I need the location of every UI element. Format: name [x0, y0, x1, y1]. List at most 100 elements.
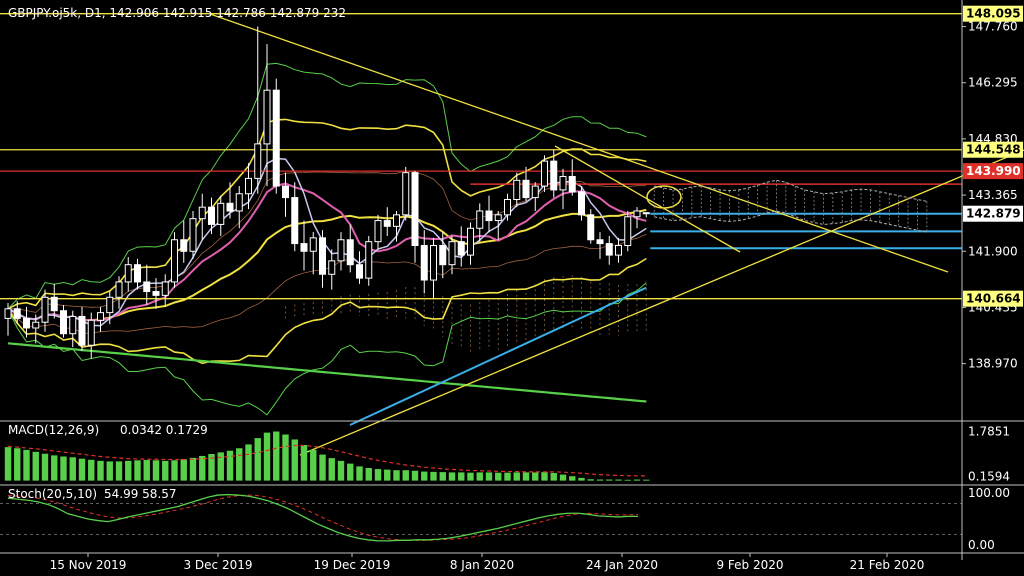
candle-body [272, 89, 280, 187]
price-tag-label: 148.095 [966, 7, 1021, 21]
candle-body [605, 243, 613, 256]
candle-body [402, 172, 410, 216]
candle-body [365, 241, 373, 279]
macd-bar [236, 448, 243, 481]
candle-body [50, 296, 58, 312]
macd-bar [106, 461, 113, 481]
macd-bar [513, 472, 520, 481]
candle-body [309, 237, 317, 252]
macd-bar [125, 460, 132, 481]
x-tick-label: 19 Dec 2019 [314, 558, 391, 572]
x-tick-label: 15 Nov 2019 [50, 558, 127, 572]
macd-bar [411, 470, 419, 481]
macd-bar [532, 472, 539, 481]
macd-bar [393, 470, 400, 481]
macd-bar [162, 460, 169, 481]
candle-body [87, 319, 95, 346]
macd-bar [550, 472, 557, 481]
candle-body [13, 308, 21, 319]
macd-bar [615, 479, 622, 481]
candle-body [23, 317, 30, 329]
candle-body [494, 214, 502, 222]
candle [189, 211, 197, 259]
macd-bar [217, 452, 224, 481]
candle-body [319, 237, 326, 275]
candle-body [504, 198, 511, 216]
macd-bar [152, 460, 160, 481]
macd-bar [60, 456, 67, 481]
macd-bar [263, 432, 271, 481]
candle-body [393, 214, 400, 227]
candle-body [134, 264, 141, 283]
candle-body [624, 216, 632, 247]
macd-bar [245, 444, 252, 481]
symbol-header: GBPJPY.oj5k, D1, 142.906 142.915 142.786… [8, 6, 346, 20]
macd-bar [495, 472, 502, 481]
y-tick-label: 146.295 [968, 76, 1018, 90]
candle-body [97, 312, 104, 321]
macd-bar [356, 466, 363, 481]
candle-body [60, 310, 67, 335]
candle [624, 211, 632, 252]
macd-y-tick-label: 0.1594 [968, 469, 1010, 483]
candle-body [245, 177, 252, 195]
macd-y-tick-label: 1.7851 [968, 425, 1010, 439]
macd-bar [347, 463, 354, 481]
macd-bar [374, 469, 382, 481]
macd-bar [69, 457, 76, 481]
macd-bar [458, 472, 465, 481]
candle-body [587, 214, 595, 241]
macd-bar [41, 453, 49, 481]
macd-bar [643, 479, 650, 481]
macd-bar [180, 459, 187, 481]
macd-bar [504, 472, 511, 481]
candle [402, 166, 410, 221]
candle-body [578, 191, 585, 216]
candle-body [106, 296, 114, 314]
candle-body [476, 210, 484, 229]
candle-body [189, 218, 197, 252]
candle-body [615, 245, 622, 256]
candle-body [69, 315, 77, 335]
candle-body [485, 210, 493, 222]
candle-body [263, 89, 271, 145]
candle [272, 78, 280, 194]
macd-bar [300, 444, 308, 481]
candle-body [152, 291, 160, 296]
y-tick-label: 138.970 [968, 357, 1018, 371]
macd-bar [189, 457, 197, 481]
candle-body [541, 160, 548, 187]
macd-bar [88, 459, 95, 481]
candle-body [642, 212, 650, 215]
candle-body [522, 179, 530, 199]
candle-body [78, 315, 86, 346]
stoch-y-tick-label: 0.00 [968, 538, 995, 552]
price-tag-label: 140.664 [966, 292, 1021, 306]
macd-bar [171, 460, 178, 481]
y-tick-label: 141.900 [968, 244, 1018, 258]
candle-body [383, 220, 391, 227]
macd-bar [115, 461, 123, 481]
candle-body [337, 239, 345, 262]
macd-bar [78, 458, 86, 481]
candle-body [420, 245, 428, 281]
macd-bar [51, 455, 58, 481]
candle-body [254, 143, 262, 179]
candle-body [41, 296, 49, 323]
candle-body [226, 202, 234, 212]
candle-body [346, 239, 354, 266]
candle-body [115, 281, 123, 298]
candle-body [550, 160, 558, 191]
macd-bar [282, 434, 289, 481]
candle-body [235, 193, 243, 212]
candle [541, 155, 548, 192]
y-tick-label: 143.365 [968, 188, 1018, 202]
candle-body [4, 308, 12, 319]
price-tag-label: 144.548 [966, 143, 1021, 157]
chart-canvas: 1.7851 0.1594 100.00 0.00 GBPJPY.oj5k, D1,… [0, 0, 1024, 576]
candle-body [171, 239, 178, 283]
macd-bar [541, 472, 548, 481]
macd-bar [328, 458, 335, 481]
macd-bar [384, 469, 391, 481]
macd-bar [23, 449, 30, 481]
